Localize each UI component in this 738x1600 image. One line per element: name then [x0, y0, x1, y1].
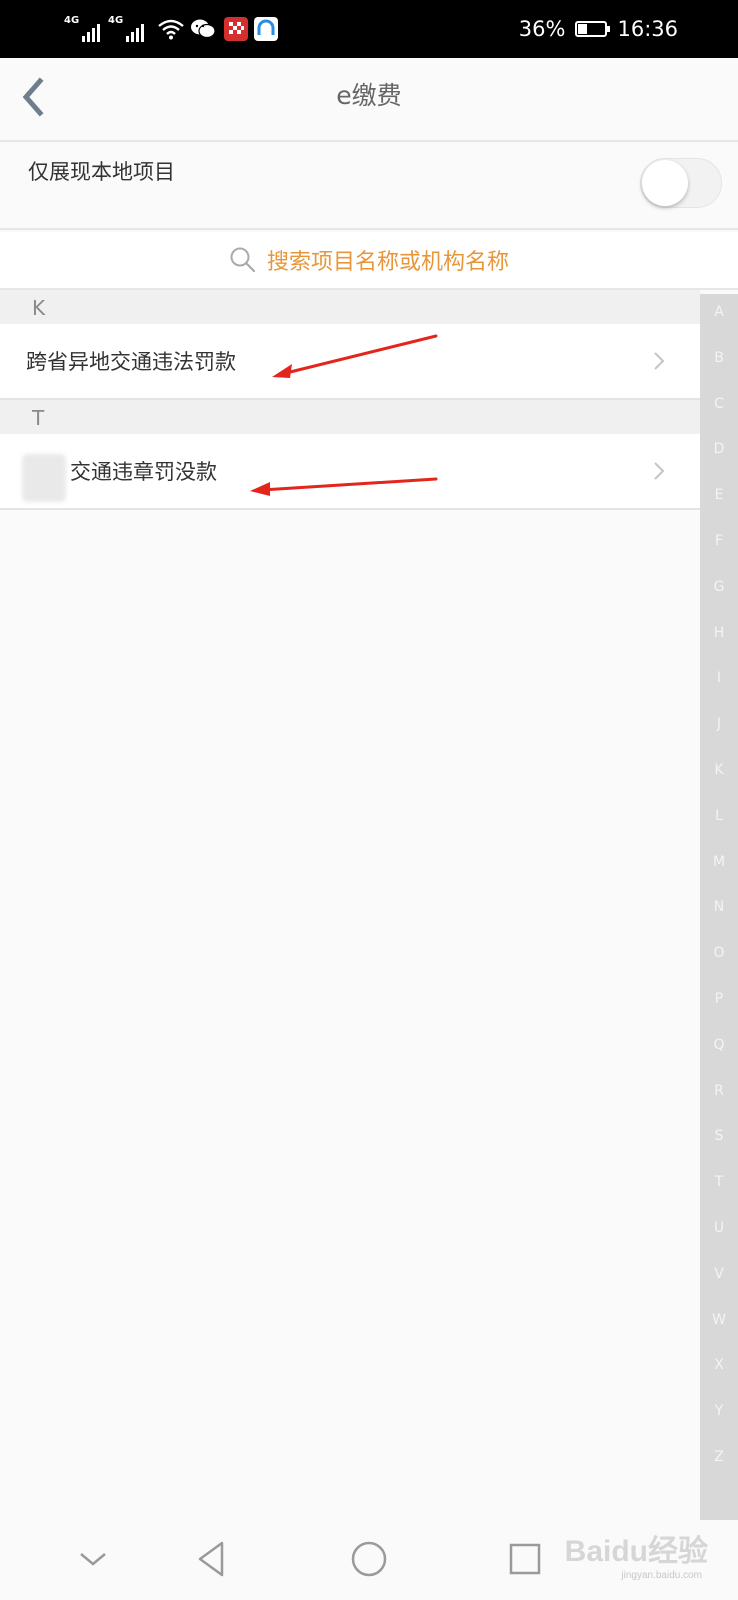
index-letter-d[interactable]: D — [700, 441, 738, 457]
index-letter-q[interactable]: Q — [700, 1037, 738, 1053]
project-list: K 跨省异地交通违法罚款 T 交通违章罚没款 — [0, 290, 700, 1520]
home-nav-button[interactable] — [344, 1534, 394, 1584]
index-letter-s[interactable]: S — [700, 1128, 738, 1144]
wifi-icon — [158, 18, 184, 40]
back-triangle-icon — [198, 1541, 224, 1577]
list-item[interactable]: 跨省异地交通违法罚款 — [0, 324, 700, 400]
watermark: Baidu经验 — [564, 1535, 708, 1568]
index-letter-a[interactable]: A — [700, 304, 738, 320]
local-filter-label: 仅展现本地项目 — [28, 160, 175, 184]
chevron-right-icon — [654, 352, 665, 370]
app-icon — [254, 17, 278, 41]
watermark-url: jingyan.baidu.com — [621, 1570, 702, 1581]
network-type: 4G — [64, 15, 80, 26]
network-type: 4G — [108, 15, 124, 26]
battery-icon — [575, 21, 611, 37]
section-letter: T — [32, 406, 45, 430]
index-letter-m[interactable]: M — [700, 854, 738, 870]
toggle-knob — [642, 160, 688, 206]
index-letter-e[interactable]: E — [700, 487, 738, 503]
index-letter-k[interactable]: K — [700, 762, 738, 778]
index-letter-g[interactable]: G — [700, 579, 738, 595]
chevron-right-icon — [654, 462, 665, 480]
recents-square-icon — [509, 1543, 541, 1575]
index-letter-h[interactable]: H — [700, 625, 738, 641]
index-letter-o[interactable]: O — [700, 945, 738, 961]
wechat-icon — [190, 18, 216, 40]
index-letter-u[interactable]: U — [700, 1220, 738, 1236]
status-bar: 4G 4G 36% 16:36 — [0, 0, 738, 58]
index-letter-p[interactable]: P — [700, 991, 738, 1007]
home-circle-icon — [351, 1541, 387, 1577]
app-icon — [224, 17, 248, 41]
signal-icon: 4G — [108, 16, 144, 42]
hide-keyboard-button[interactable] — [68, 1534, 118, 1584]
alphabet-index[interactable]: A B C D E F G H I J K L M N O P Q R S T U V W X Y Z — [700, 294, 738, 1520]
index-letter-c[interactable]: C — [700, 396, 738, 412]
local-filter-toggle[interactable] — [640, 158, 722, 208]
index-letter-t[interactable]: T — [700, 1174, 738, 1190]
index-letter-l[interactable]: L — [700, 808, 738, 824]
index-letter-f[interactable]: F — [700, 533, 738, 549]
index-letter-y[interactable]: Y — [700, 1403, 738, 1419]
index-letter-v[interactable]: V — [700, 1266, 738, 1282]
signal-icon: 4G — [64, 16, 100, 42]
search-input[interactable]: 搜索项目名称或机构名称 — [0, 232, 738, 290]
search-icon — [230, 247, 256, 273]
index-letter-w[interactable]: W — [700, 1312, 738, 1328]
page-title: e缴费 — [336, 81, 402, 110]
list-item[interactable]: 交通违章罚没款 — [0, 434, 700, 510]
local-filter-row: 仅展现本地项目 — [0, 142, 738, 230]
section-letter: K — [32, 296, 46, 320]
status-icons-left: 4G 4G — [64, 14, 278, 44]
battery-percent: 36% — [518, 17, 566, 41]
index-letter-n[interactable]: N — [700, 899, 738, 915]
index-letter-i[interactable]: I — [700, 670, 738, 686]
recents-nav-button[interactable] — [500, 1534, 550, 1584]
hide-keyboard-icon — [80, 1553, 106, 1566]
index-letter-j[interactable]: J — [700, 716, 738, 732]
status-icons-right: 36% 16:36 — [519, 14, 678, 44]
search-placeholder: 搜索项目名称或机构名称 — [266, 250, 509, 275]
index-letter-x[interactable]: X — [700, 1357, 738, 1373]
header: e缴费 — [0, 58, 738, 142]
index-letter-r[interactable]: R — [700, 1083, 738, 1099]
index-letter-b[interactable]: B — [700, 350, 738, 366]
list-item-label: 交通违章罚没款 — [70, 460, 217, 484]
index-letter-z[interactable]: Z — [700, 1449, 738, 1465]
list-item-label: 跨省异地交通违法罚款 — [26, 350, 236, 374]
redacted-region — [22, 454, 66, 502]
clock: 16:36 — [617, 17, 678, 41]
back-nav-button[interactable] — [186, 1534, 236, 1584]
system-nav-bar: Baidu经验 jingyan.baidu.com — [0, 1520, 738, 1600]
